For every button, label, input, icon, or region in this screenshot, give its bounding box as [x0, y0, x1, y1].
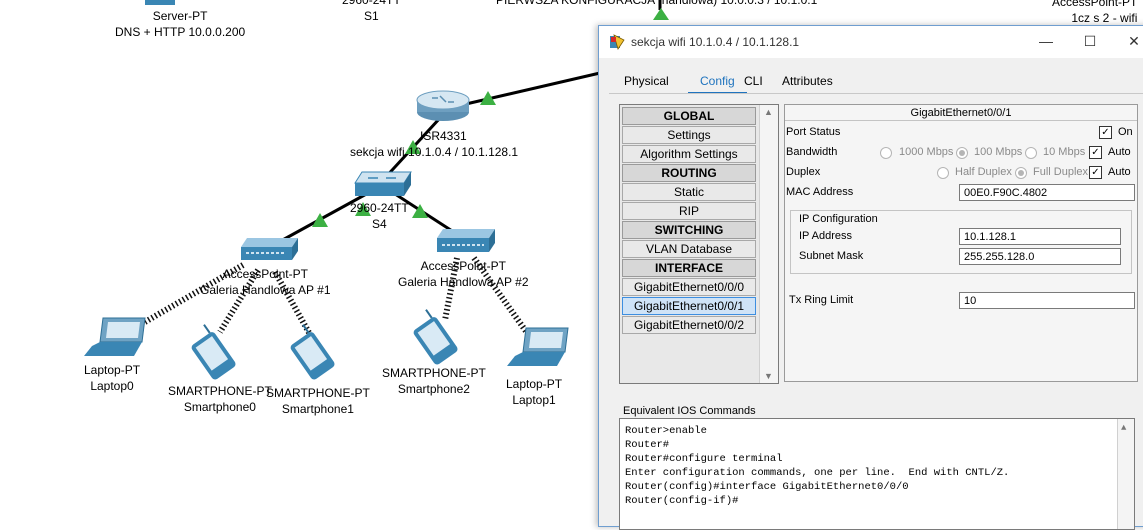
ap2-label: AccessPoint-PT Galeria Handlowa AP #2	[398, 259, 529, 289]
scroll-up-icon[interactable]: ▲	[764, 107, 773, 117]
smartphone0-label: SMARTPHONE-PT Smartphone0	[168, 384, 272, 414]
tab-config[interactable]: Config	[688, 70, 747, 94]
tx-ring-limit-field[interactable]: 10	[959, 292, 1135, 309]
switch-icon[interactable]	[354, 171, 412, 196]
console-line: Router#configure terminal	[625, 453, 783, 465]
port-status-label: Port Status	[786, 126, 841, 138]
smartphone-icon[interactable]	[406, 307, 459, 366]
link-up-icon	[653, 8, 669, 20]
subnet-mask-label: Subnet Mask	[799, 250, 864, 262]
mac-address-label: MAC Address	[786, 186, 854, 198]
bandwidth-10-radio[interactable]	[1025, 147, 1037, 159]
bandwidth-auto-label: Auto	[1108, 146, 1131, 158]
server-icon[interactable]	[145, 0, 175, 5]
nav-item-gig0-0-1[interactable]: GigabitEthernet0/0/1	[622, 297, 756, 315]
minimize-button[interactable]: —	[1031, 30, 1061, 52]
half-duplex-label: Half Duplex	[955, 166, 1012, 178]
server-label: Server-PT DNS + HTTP 10.0.0.200	[115, 9, 246, 39]
console-line: Router>enable	[625, 425, 707, 437]
bandwidth-1000-label: 1000 Mbps	[899, 146, 954, 158]
half-duplex-radio[interactable]	[937, 167, 949, 179]
console-scrollbar[interactable]: ▲	[1117, 419, 1134, 529]
ip-configuration-title: IP Configuration	[799, 213, 878, 225]
nav-item-vlan-database[interactable]: VLAN Database	[622, 240, 756, 258]
device-config-window[interactable]: sekcja wifi 10.1.0.4 / 10.1.128.1 — ☐ ✕ …	[598, 25, 1143, 530]
scroll-up-icon[interactable]: ▲	[1121, 421, 1126, 435]
tab-attributes[interactable]: Attributes	[782, 70, 833, 92]
laptop-icon[interactable]	[507, 327, 569, 366]
bandwidth-label: Bandwidth	[786, 146, 838, 158]
port-status-checkbox[interactable]: ✓	[1099, 126, 1112, 139]
bandwidth-auto-checkbox[interactable]: ✓	[1089, 146, 1102, 159]
nav-item-gig0-0-0[interactable]: GigabitEthernet0/0/0	[622, 278, 756, 296]
ap-top-right-label: AccessPoint-PT 1cz s 2 - wifi	[1052, 0, 1138, 25]
tab-divider	[609, 93, 1143, 94]
window-title: sekcja wifi 10.1.0.4 / 10.1.128.1	[631, 35, 800, 49]
nav-scrollbar[interactable]: ▲ ▼	[759, 105, 778, 383]
tx-ring-limit-label: Tx Ring Limit	[789, 294, 854, 306]
duplex-label: Duplex	[786, 166, 821, 178]
router-label: ISR4331 sekcja wifi 10.1.0.4 / 10.1.128.1	[350, 129, 519, 159]
ip-address-field[interactable]: 10.1.128.1	[959, 228, 1121, 245]
ip-configuration-group: IP Configuration IP Address 10.1.128.1 S…	[790, 210, 1132, 274]
ios-commands-title: Equivalent IOS Commands	[623, 405, 756, 417]
access-point-icon[interactable]	[241, 238, 298, 260]
title-bar[interactable]: sekcja wifi 10.1.0.4 / 10.1.128.1 — ☐ ✕	[599, 26, 1143, 58]
switch-label: 2960-24TT S4	[350, 201, 409, 231]
panel-title: GigabitEthernet0/0/1	[910, 107, 1012, 119]
console-line: Enter configuration commands, one per li…	[625, 467, 1010, 479]
top-note: PIERWSZA KONFIGURACJA (handlowa) 10.0.0.…	[496, 0, 818, 7]
full-duplex-label: Full Duplex	[1033, 166, 1089, 178]
bandwidth-10-label: 10 Mbps	[1043, 146, 1086, 158]
mac-address-field[interactable]: 00E0.F90C.4802	[959, 184, 1135, 201]
ios-commands-console[interactable]: Router>enable Router# Router#configure t…	[619, 418, 1135, 530]
close-button[interactable]: ✕	[1119, 30, 1143, 52]
smartphone2-label: SMARTPHONE-PT Smartphone2	[382, 366, 486, 396]
packet-tracer-icon	[610, 34, 625, 50]
bandwidth-1000-radio[interactable]	[880, 147, 892, 159]
nav-header-switching: SWITCHING	[622, 221, 756, 239]
config-nav-list[interactable]: GLOBAL Settings Algorithm Settings ROUTI…	[619, 104, 779, 384]
access-point-icon[interactable]	[437, 229, 495, 252]
panel-title-divider	[785, 120, 1137, 121]
duplex-auto-label: Auto	[1108, 166, 1131, 178]
laptop0-label: Laptop-PT Laptop0	[84, 363, 141, 393]
maximize-button[interactable]: ☐	[1075, 30, 1105, 52]
nav-item-gig0-0-2[interactable]: GigabitEthernet0/0/2	[622, 316, 756, 334]
subnet-mask-field[interactable]: 255.255.128.0	[959, 248, 1121, 265]
full-duplex-radio[interactable]	[1015, 167, 1027, 179]
bandwidth-100-radio[interactable]	[956, 147, 968, 159]
nav-header-routing: ROUTING	[622, 164, 756, 182]
router-icon[interactable]	[416, 90, 470, 121]
tab-physical[interactable]: Physical	[624, 70, 669, 92]
port-status-on-label: On	[1118, 126, 1133, 138]
duplex-auto-checkbox[interactable]: ✓	[1089, 166, 1102, 179]
scroll-down-icon[interactable]: ▼	[764, 371, 773, 381]
laptop1-label: Laptop-PT Laptop1	[506, 377, 563, 407]
interface-panel: GigabitEthernet0/0/1 Port Status ✓ On Ba…	[784, 104, 1138, 382]
console-line: Router(config-if)#	[625, 495, 739, 507]
console-line: Router(config)#interface GigabitEthernet…	[625, 481, 909, 493]
tab-cli[interactable]: CLI	[744, 70, 763, 92]
nav-item-algorithm-settings[interactable]: Algorithm Settings	[622, 145, 756, 163]
ap1-label: AccessPoint-PT Galeria Handlowa AP #1	[200, 267, 331, 297]
bandwidth-100-label: 100 Mbps	[974, 146, 1023, 158]
nav-item-rip[interactable]: RIP	[622, 202, 756, 220]
laptop-icon[interactable]	[84, 317, 146, 356]
smartphone-icon[interactable]	[184, 322, 237, 381]
nav-item-settings[interactable]: Settings	[622, 126, 756, 144]
nav-header-interface: INTERFACE	[622, 259, 756, 277]
nav-header-global: GLOBAL	[622, 107, 756, 125]
nav-item-static[interactable]: Static	[622, 183, 756, 201]
console-line: Router#	[625, 439, 670, 451]
ip-address-label: IP Address	[799, 230, 852, 242]
smartphone1-label: SMARTPHONE-PT Smartphone1	[266, 386, 370, 416]
s1-label: 2960-24TT S1	[342, 0, 401, 23]
